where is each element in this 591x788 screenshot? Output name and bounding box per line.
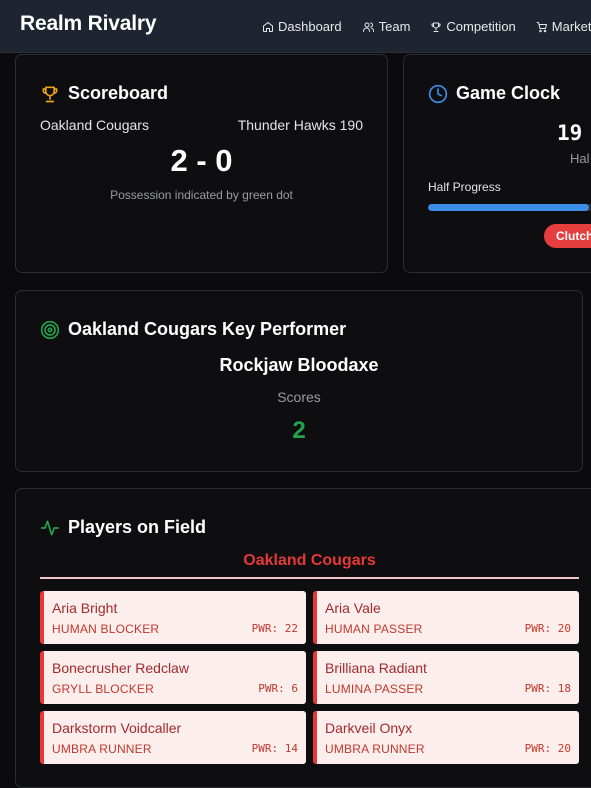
- half-progress-bar: [428, 204, 591, 211]
- clock-icon: [428, 84, 448, 103]
- activity-icon: [40, 520, 60, 535]
- player-power: PWR: 22: [251, 622, 298, 635]
- player-role: LUMINA PASSER: [325, 682, 424, 696]
- cart-icon: [536, 21, 547, 32]
- player-power: PWR: 6: [258, 682, 298, 695]
- player-card[interactable]: Brilliana Radiant LUMINA PASSER PWR: 18: [313, 651, 579, 704]
- scoreboard-title-text: Scoreboard: [68, 83, 169, 103]
- home-team-name: Oakland Cougars: [40, 117, 149, 133]
- player-name: Darkveil Onyx: [325, 720, 413, 736]
- player-role: HUMAN BLOCKER: [52, 622, 160, 636]
- player-card[interactable]: Darkveil Onyx UMBRA RUNNER PWR: 20: [313, 711, 579, 764]
- trophy-icon: [42, 86, 58, 102]
- game-clock-title: Game Clock: [428, 83, 560, 104]
- player-name: Aria Bright: [52, 600, 118, 616]
- nav-label-competition: Competition: [446, 19, 516, 34]
- clock-time: 19 :: [557, 121, 591, 145]
- nav-label-team: Team: [378, 19, 411, 34]
- half-progress-fill: [428, 204, 590, 211]
- players-on-field-card: Players on Field Oakland Cougars Aria Br…: [15, 488, 591, 788]
- possession-note: Possession indicated by green dot: [110, 188, 293, 202]
- performer-name: Rockjaw Bloodaxe: [219, 355, 379, 375]
- performer-stat-label: Scores: [277, 389, 321, 405]
- game-clock-title-text: Game Clock: [456, 83, 561, 103]
- target-icon: [40, 320, 60, 339]
- player-card[interactable]: Darkstorm Voidcaller UMBRA RUNNER PWR: 1…: [40, 711, 306, 764]
- player-power: PWR: 20: [524, 742, 571, 755]
- player-power: PWR: 18: [524, 682, 571, 695]
- key-performer-title-text: Oakland Cougars Key Performer: [68, 319, 347, 339]
- scoreboard-title: Scoreboard: [40, 83, 168, 104]
- nav-item-team[interactable]: Team: [362, 19, 411, 34]
- player-name: Aria Vale: [325, 600, 381, 616]
- player-role: HUMAN PASSER: [325, 622, 423, 636]
- team-divider: [40, 577, 579, 579]
- scoreboard-card: Scoreboard Oakland Cougars Thunder Hawks…: [15, 54, 388, 273]
- players-title: Players on Field: [40, 517, 206, 538]
- performer-stat-value: 2: [292, 417, 306, 444]
- key-performer-card: Oakland Cougars Key Performer Rockjaw Bl…: [15, 290, 583, 472]
- main-nav: Dashboard Team Competition Market: [262, 0, 591, 52]
- home-icon: [263, 21, 273, 32]
- nav-label-dashboard: Dashboard: [278, 19, 342, 34]
- clutch-badge: Clutch: [544, 224, 591, 248]
- trophy-icon: [431, 22, 441, 32]
- half-progress-label: Half Progress: [428, 180, 501, 194]
- nav-item-dashboard[interactable]: Dashboard: [262, 19, 342, 34]
- player-power: PWR: 20: [524, 622, 571, 635]
- top-nav-bar: Realm Rivalry Dashboard Team Competition…: [0, 0, 591, 53]
- away-team-name: Thunder Hawks 190: [237, 117, 363, 133]
- player-role: GRYLL BLOCKER: [52, 682, 154, 696]
- players-title-text: Players on Field: [68, 517, 207, 537]
- clock-half: Hal: [570, 151, 590, 166]
- users-icon: [362, 22, 374, 32]
- key-performer-title: Oakland Cougars Key Performer: [40, 319, 346, 340]
- player-card[interactable]: Aria Vale HUMAN PASSER PWR: 20: [313, 591, 579, 644]
- player-role: UMBRA RUNNER: [325, 742, 425, 756]
- player-card[interactable]: Bonecrusher Redclaw GRYLL BLOCKER PWR: 6: [40, 651, 306, 704]
- nav-label-market: Market: [551, 19, 591, 34]
- score-display: 2 - 0: [170, 143, 233, 178]
- player-name: Brilliana Radiant: [325, 660, 427, 676]
- nav-item-market[interactable]: Market: [536, 19, 591, 34]
- player-name: Darkstorm Voidcaller: [52, 720, 182, 736]
- player-name: Bonecrusher Redclaw: [52, 660, 189, 676]
- player-card[interactable]: Aria Bright HUMAN BLOCKER PWR: 22: [40, 591, 306, 644]
- team-heading: Oakland Cougars: [243, 552, 376, 569]
- player-power: PWR: 14: [251, 742, 298, 755]
- game-clock-card: Game Clock 19 : Hal Half Progress Clutch: [403, 54, 591, 273]
- nav-item-competition[interactable]: Competition: [430, 19, 516, 34]
- app-title[interactable]: Realm Rivalry: [20, 12, 157, 36]
- player-role: UMBRA RUNNER: [52, 742, 152, 756]
